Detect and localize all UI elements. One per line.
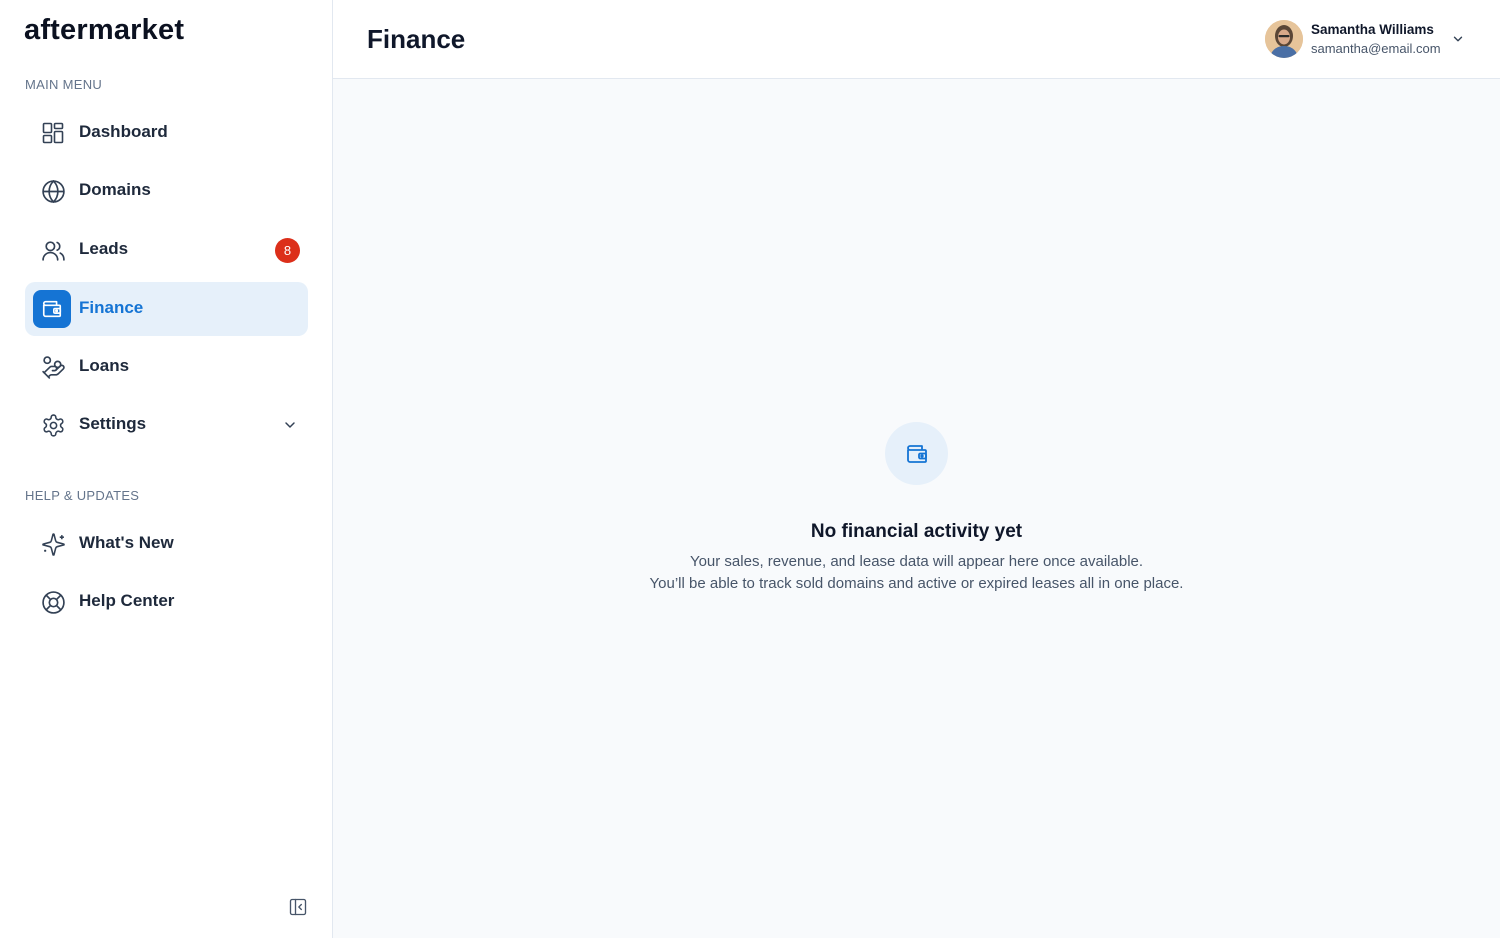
globe-icon <box>39 177 67 205</box>
sidebar-item-settings[interactable]: Settings <box>25 398 308 452</box>
sidebar-item-label: Leads <box>79 239 129 258</box>
lifebuoy-icon <box>39 588 67 616</box>
sidebar-item-domains[interactable]: Domains <box>25 164 308 218</box>
user-menu[interactable]: Samantha Williams samantha@email.com <box>1265 20 1469 60</box>
sparkles-icon <box>39 530 67 558</box>
sidebar-item-help-center[interactable]: Help Center <box>25 575 308 629</box>
sidebar-item-label: Settings <box>79 414 147 433</box>
sidebar-item-label: Finance <box>79 298 144 317</box>
dashboard-icon <box>39 119 67 147</box>
leads-count-badge: 8 <box>275 238 300 263</box>
page-title: Finance <box>367 24 466 54</box>
chevron-down-icon[interactable] <box>282 417 298 433</box>
avatar[interactable] <box>1265 20 1303 58</box>
user-email: samantha@email.com <box>1311 41 1441 56</box>
wallet-icon <box>33 290 71 328</box>
gear-icon <box>39 411 67 439</box>
users-icon <box>39 236 67 264</box>
top-header: Finance Samantha Williams samantha@email… <box>333 0 1500 79</box>
sidebar-item-label: What's New <box>79 533 174 552</box>
sidebar-item-label: Help Center <box>79 591 175 610</box>
wallet-icon <box>885 422 948 485</box>
sidebar-item-label: Loans <box>79 356 130 375</box>
sidebar-item-leads[interactable]: Leads 8 <box>25 223 308 277</box>
empty-state-description: Your sales, revenue, and lease data will… <box>689 553 1144 570</box>
sidebar-item-label: Dashboard <box>79 122 168 141</box>
sidebar-item-loans[interactable]: Loans <box>25 340 308 394</box>
chevron-down-icon[interactable] <box>1451 32 1465 46</box>
empty-state-title: No financial activity yet <box>810 521 1023 542</box>
collapse-sidebar-icon[interactable] <box>288 897 308 917</box>
app-logo[interactable]: aftermarket <box>24 14 184 47</box>
sidebar-item-whats-new[interactable]: What's New <box>25 517 308 571</box>
sidebar-item-dashboard[interactable]: Dashboard <box>25 106 308 160</box>
sidebar-item-label: Domains <box>79 180 151 199</box>
sidebar: aftermarket MAIN MENU Dashboard Domains <box>0 0 333 938</box>
empty-state-description: You’ll be able to track sold domains and… <box>649 575 1184 592</box>
hand-coins-icon <box>39 353 67 381</box>
main-menu-label: MAIN MENU <box>25 77 103 92</box>
sidebar-item-finance[interactable]: Finance <box>25 282 308 336</box>
help-updates-label: HELP & UPDATES <box>25 488 140 503</box>
user-name: Samantha Williams <box>1311 22 1434 37</box>
